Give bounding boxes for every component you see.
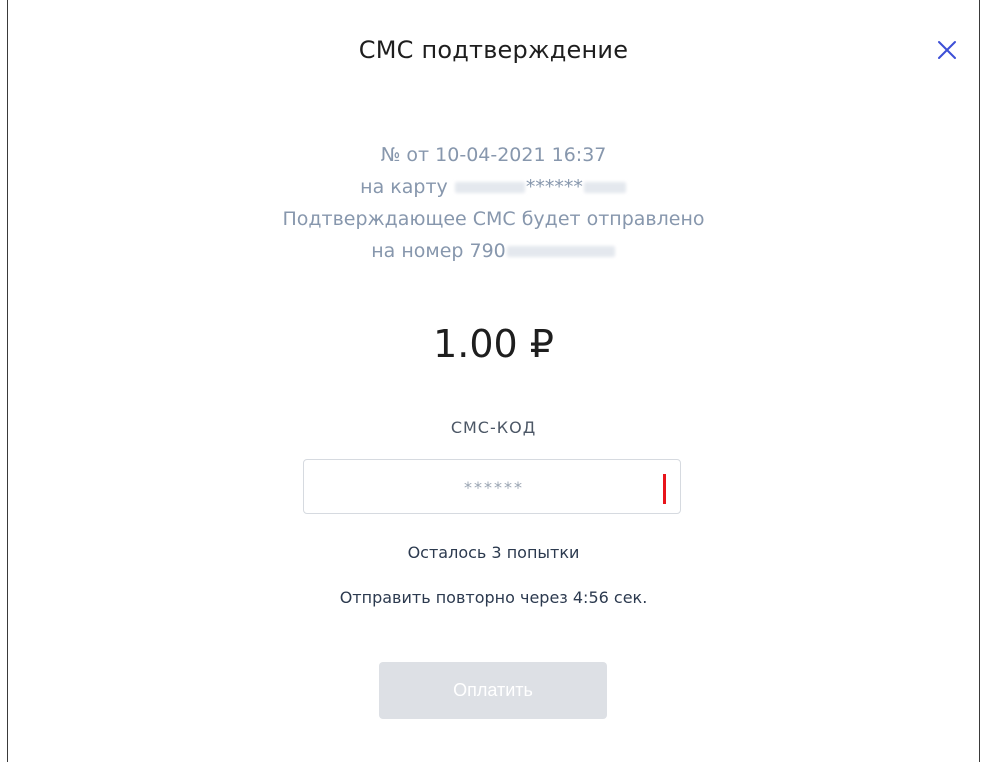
close-button[interactable]: [933, 36, 961, 64]
sms-code-label: СМС-КОД: [450, 418, 537, 437]
phone-prefix: на номер 790: [371, 240, 506, 262]
card-number-blurred-start: [454, 182, 525, 193]
phone-line: на номер 790: [8, 235, 979, 267]
card-number-blurred-end: [583, 182, 626, 193]
sms-confirmation-modal: СМС подтверждение № от 10-04-2021 16:37 …: [7, 0, 980, 762]
modal-title: СМС подтверждение: [358, 36, 629, 64]
sms-notice-line: Подтверждающее СМС будет отправлено: [282, 208, 705, 230]
payment-date-line: № от 10-04-2021 16:37: [380, 144, 607, 166]
resend-timer: Отправить повторно через 4:56 сек.: [339, 588, 648, 607]
payment-info: № от 10-04-2021 16:37 на карту ****** По…: [8, 139, 979, 267]
sms-code-field[interactable]: [303, 459, 684, 515]
payment-amount: 1.00 ₽: [433, 322, 554, 366]
close-icon: [938, 41, 956, 59]
pay-button[interactable]: Оплатить: [379, 662, 607, 719]
text-cursor: [663, 474, 666, 504]
card-line: на карту ******: [8, 171, 979, 203]
card-prefix: на карту: [360, 176, 454, 198]
phone-number-blurred: [506, 246, 615, 257]
sms-code-input[interactable]: [304, 460, 684, 515]
card-number-masked: ******: [525, 176, 583, 198]
attempts-remaining: Осталось 3 попытки: [407, 543, 580, 562]
